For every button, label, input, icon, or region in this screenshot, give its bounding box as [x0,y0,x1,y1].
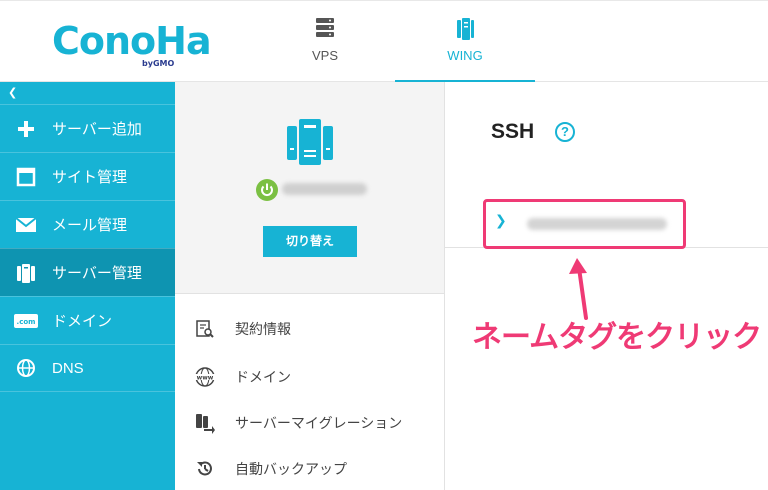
tab-vps[interactable]: VPS [280,1,370,83]
annotation-text: ネームタグをクリック [472,320,762,355]
sidebar-item-label: メール管理 [52,217,128,234]
highlight-box [483,199,686,249]
switch-server-button[interactable]: 切り替え [263,226,357,257]
menu-item-label: 自動バックアップ [235,461,347,477]
mobile-server-icon [454,17,476,44]
sidebar-item-server-management[interactable]: サーバー管理 [0,248,175,296]
window-icon [0,167,52,187]
server-large-icon [285,118,335,170]
mail-icon [0,216,52,233]
menu-item-domain[interactable]: www ドメイン [175,354,444,400]
menu-item-label: サーバーマイグレーション [235,415,403,431]
sidebar-item-label: サイト管理 [52,169,128,186]
logo-text: ConoHa [52,19,212,63]
sidebar-item-add-server[interactable]: サーバー追加 [0,104,175,152]
menu-item-label: ドメイン [235,369,291,385]
plus-icon [0,119,52,139]
svg-text:.com: .com [17,318,36,326]
menu-item-label: 契約情報 [235,321,291,337]
server-panel: 切り替え 契約情報 www ドメイン サーバーマイグレーション 自動バックアップ [175,82,445,490]
menu-item-contract-info[interactable]: 契約情報 [175,306,444,352]
menu-item-auto-backup[interactable]: 自動バックアップ [175,446,444,490]
top-header: ConoHa byGMO VPS WING [0,0,768,84]
help-icon[interactable]: ? [555,122,575,142]
conoha-logo[interactable]: ConoHa byGMO [52,19,212,69]
sidebar-item-site-management[interactable]: サイト管理 [0,152,175,200]
server-summary: 切り替え [175,82,444,294]
server-icon [0,262,52,284]
logo-sub: byGMO [142,59,175,68]
domain-com-icon: .com [0,313,52,328]
sidebar-item-dns[interactable]: DNS [0,344,175,392]
sidebar-item-domain[interactable]: .com ドメイン [0,296,175,344]
sidebar-item-label: サーバー管理 [52,265,142,282]
globe-icon [0,358,52,378]
sidebar-item-label: サーバー追加 [52,121,142,138]
menu-item-server-migration[interactable]: サーバーマイグレーション [175,400,444,446]
sidebar-collapse-button[interactable]: ❮ [8,86,17,99]
tab-wing-label: WING [447,48,483,63]
tab-vps-label: VPS [311,48,338,63]
page-title: SSH [491,120,535,143]
sidebar: ❮ サーバー追加 サイト管理 メール管理 サーバー管理 .com ドメイン DN… [0,82,175,490]
sidebar-item-label: DNS [52,359,84,377]
migration-icon [175,412,235,434]
sidebar-item-label: ドメイン [52,313,113,330]
sidebar-item-mail-management[interactable]: メール管理 [0,200,175,248]
svg-text:www: www [197,375,214,382]
server-stack-icon [314,17,336,42]
contract-search-icon [175,319,235,339]
backup-history-icon [175,459,235,479]
power-status-icon [256,179,278,201]
server-name-redacted [282,183,367,195]
www-globe-icon: www [175,366,235,388]
tab-wing[interactable]: WING [395,1,535,84]
